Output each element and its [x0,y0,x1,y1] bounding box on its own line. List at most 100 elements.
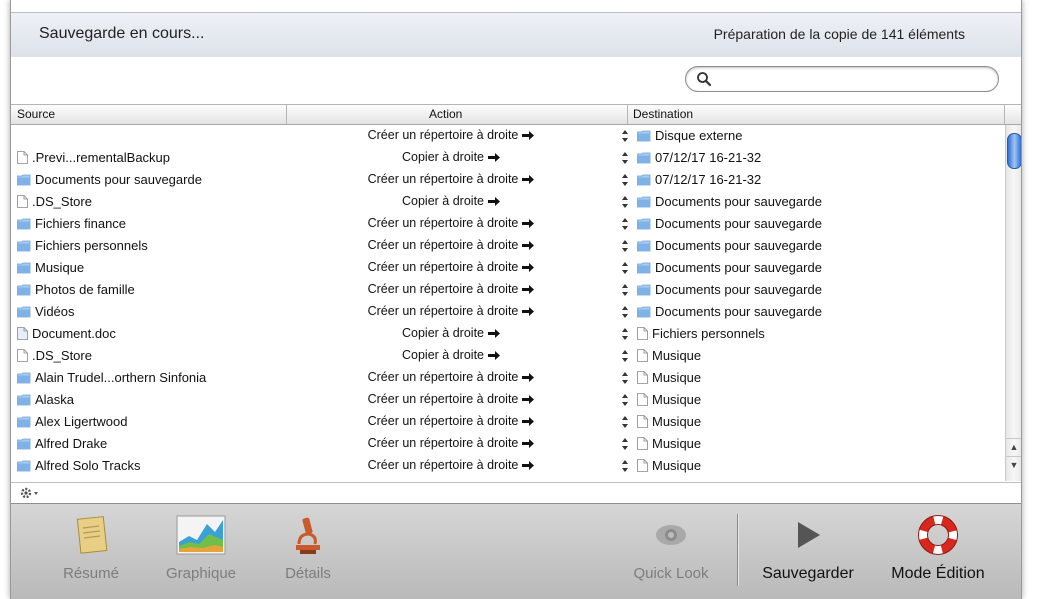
table-row[interactable]: Documents pour sauvegarde Créer un répert… [11,170,1005,192]
table-row[interactable]: Vidéos Créer un répertoire à droite Docume… [11,302,1005,324]
scroll-up-arrow-icon[interactable]: ▲ [1006,438,1021,455]
arrow-right-icon [522,285,535,295]
source-name: Photos de famille [35,282,135,297]
column-divider[interactable] [627,105,628,124]
table-row[interactable]: .Previ...rementalBackup Copier à droite 07… [11,148,1005,170]
destination-name: Documents pour sauvegarde [655,216,822,231]
column-divider [1004,105,1005,124]
source-cell: Musique [17,260,84,275]
destination-name: Musique [652,436,702,451]
search-input[interactable] [714,69,990,89]
table-row[interactable]: Alaska Créer un répertoire à droite Musiqu… [11,390,1005,412]
bottom-toolbar: Résumé Graphique Détails Quick Look Sauv… [11,503,1021,599]
action-cell: Créer un répertoire à droite [271,128,631,142]
destination-name: Musique [652,414,702,429]
table-row[interactable]: .DS_Store Copier à droite Musique [11,346,1005,368]
stepper-icon[interactable] [621,129,629,143]
stepper-icon[interactable] [621,371,629,385]
stepper-icon[interactable] [621,217,629,231]
backup-status-text: Sauvegarde en cours... [39,25,205,42]
action-text: Créer un répertoire à droite [367,260,519,274]
quick-look-button: Quick Look [626,514,716,582]
source-name: .DS_Store [32,194,92,209]
action-cell: Créer un répertoire à droite [271,392,631,406]
table-row[interactable]: Alex Ligertwood Créer un répertoire à dro… [11,412,1005,434]
stepper-icon[interactable] [621,151,629,165]
file-icon [17,349,28,362]
vertical-scrollbar[interactable]: ▲ ▼ [1005,125,1021,481]
table-row[interactable]: Alain Trudel...orthern Sinfonia Créer un … [11,368,1005,390]
folder-icon [17,262,31,273]
destination-cell: Documents pour sauvegarde [621,304,822,319]
stepper-icon[interactable] [621,459,629,473]
file-icon [637,459,648,472]
gear-menu-icon[interactable] [19,485,41,501]
source-name: Fichiers finance [35,216,127,231]
table-row[interactable]: .DS_Store Copier à droite Documents pour s… [11,192,1005,214]
table-row[interactable]: Photos de famille Créer un répertoire à d… [11,280,1005,302]
scroll-down-arrow-icon[interactable]: ▼ [1006,456,1021,473]
source-cell: .DS_Store [17,194,92,209]
destination-name: 07/12/17 16-21-32 [655,150,762,165]
column-header-source[interactable]: Source [17,107,55,121]
action-cell: Créer un répertoire à droite [271,370,631,384]
stepper-icon[interactable] [621,393,629,407]
stepper-icon[interactable] [621,415,629,429]
edit-mode-button[interactable]: Mode Édition [873,514,1003,583]
destination-cell: Fichiers personnels [621,326,765,341]
action-text: Créer un répertoire à droite [367,414,519,428]
stepper-icon[interactable] [621,327,629,341]
quick-look-label: Quick Look [633,565,709,582]
file-icon [637,349,648,362]
table-row[interactable]: Document.doc Copier à droite Fichiers pers… [11,324,1005,346]
scroll-thumb[interactable] [1007,133,1021,169]
table-row[interactable]: Alfred Solo Tracks Créer un répertoire à … [11,456,1005,478]
table-row[interactable]: Créer un répertoire à droite Disque exter… [11,126,1005,148]
destination-name: Documents pour sauvegarde [655,194,822,209]
folder-icon [637,262,651,273]
details-label: Détails [285,565,331,582]
action-text: Créer un répertoire à droite [367,392,519,406]
arrow-right-icon [522,241,535,251]
stepper-icon[interactable] [621,437,629,451]
destination-cell: Musique [621,392,701,407]
stepper-icon[interactable] [621,173,629,187]
stepper-icon[interactable] [621,349,629,363]
destination-cell: Documents pour sauvegarde [621,216,822,231]
destination-name: Musique [652,458,702,473]
graph-button[interactable]: Graphique [151,514,251,582]
file-icon [637,437,648,450]
destination-cell: Musique [621,436,701,451]
file-icon [637,327,648,340]
file-table[interactable]: Créer un répertoire à droite Disque exter… [11,125,1005,481]
action-cell: Copier à droite [271,194,631,208]
arrow-right-icon [488,197,500,207]
stepper-icon[interactable] [621,261,629,275]
arrow-right-icon [522,219,535,229]
column-header-action[interactable]: Action [429,107,462,121]
column-divider[interactable] [286,105,287,124]
search-field[interactable] [685,66,999,92]
details-button[interactable]: Détails [273,514,343,582]
table-row[interactable]: Fichiers personnels Créer un répertoire à… [11,236,1005,258]
summary-button[interactable]: Résumé [51,514,131,582]
stepper-icon[interactable] [621,239,629,253]
progress-status-text: Préparation de la copie de 141 éléments [713,26,965,42]
destination-cell: 07/12/17 16-21-32 [621,172,761,187]
arrow-right-icon [522,131,535,141]
table-row[interactable]: Musique Créer un répertoire à droite Docum… [11,258,1005,280]
source-name: .DS_Store [32,348,92,363]
stepper-icon[interactable] [621,283,629,297]
action-cell: Créer un répertoire à droite [271,304,631,318]
folder-icon [17,394,31,405]
table-row[interactable]: Alfred Drake Créer un répertoire à droite… [11,434,1005,456]
table-row[interactable]: Fichiers finance Créer un répertoire à dr… [11,214,1005,236]
column-header-destination[interactable]: Destination [633,107,693,121]
backup-button[interactable]: Sauvegarder [753,514,863,583]
stepper-icon[interactable] [621,195,629,209]
search-row [11,57,1021,101]
arrow-right-icon [522,461,535,471]
arrow-right-icon [488,329,500,339]
source-cell: Documents pour sauvegarde [17,172,202,187]
stepper-icon[interactable] [621,305,629,319]
